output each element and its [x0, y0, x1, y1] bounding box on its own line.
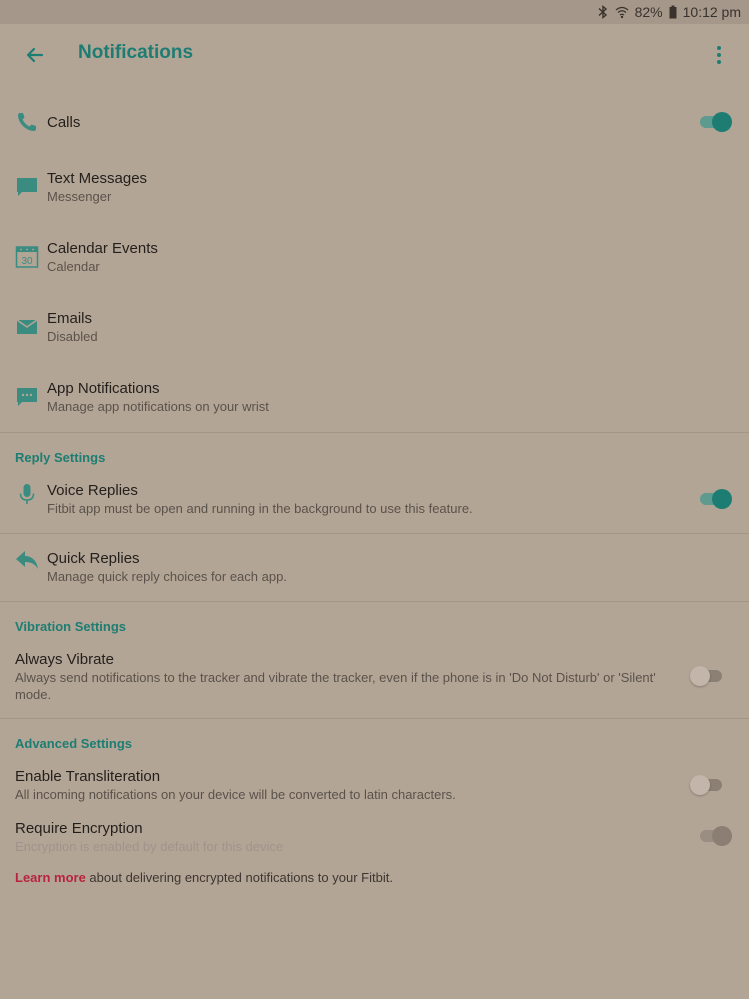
emails-label: Emails	[47, 310, 93, 327]
calendar-icon-day: 30	[21, 256, 33, 267]
learn-more-text: Learn more about delivering encrypted no…	[15, 870, 393, 885]
app-message-icon	[17, 388, 37, 406]
text-messages-label: Text Messages	[47, 170, 148, 187]
page-title: Notifications	[78, 42, 194, 63]
always-vibrate-row[interactable]: Always Vibrate Always send notifications…	[0, 647, 749, 707]
reply-icon	[16, 551, 38, 569]
more-vertical-icon[interactable]	[710, 42, 728, 68]
calendar-events-row[interactable]: 30 Calendar Events Calendar	[0, 236, 749, 286]
microphone-icon	[19, 484, 35, 504]
divider	[0, 533, 749, 534]
divider	[0, 718, 749, 719]
wifi-icon	[615, 6, 629, 19]
text-messages-app: Messenger	[47, 189, 112, 204]
encryption-label: Require Encryption	[15, 820, 143, 837]
bluetooth-icon	[598, 5, 607, 19]
chat-bubble-icon	[17, 178, 37, 196]
app-notifications-label: App Notifications	[47, 380, 160, 397]
advanced-settings-heading: Advanced Settings	[15, 736, 133, 751]
text-messages-row[interactable]: Text Messages Messenger	[0, 166, 749, 216]
calls-toggle[interactable]	[698, 110, 732, 134]
voice-replies-desc: Fitbit app must be open and running in t…	[47, 501, 473, 516]
learn-more-rest: about delivering encrypted notifications…	[85, 870, 393, 885]
always-vibrate-label: Always Vibrate	[15, 651, 114, 668]
battery-level: 82%	[634, 4, 663, 20]
divider	[0, 432, 749, 433]
envelope-icon	[16, 319, 38, 334]
quick-replies-desc: Manage quick reply choices for each app.	[47, 569, 287, 584]
transliteration-desc: All incoming notifications on your devic…	[15, 787, 456, 802]
transliteration-label: Enable Transliteration	[15, 768, 161, 785]
encryption-toggle[interactable]	[698, 824, 732, 848]
voice-replies-row[interactable]: Voice Replies Fitbit app must be open an…	[0, 478, 749, 528]
learn-more-link[interactable]: Learn more	[15, 870, 86, 885]
encryption-desc: Encryption is enabled by default for thi…	[15, 839, 284, 854]
always-vibrate-toggle[interactable]	[690, 664, 724, 688]
calls-label: Calls	[47, 114, 81, 131]
quick-replies-label: Quick Replies	[47, 550, 140, 567]
calls-row[interactable]: Calls	[0, 100, 749, 146]
voice-replies-label: Voice Replies	[47, 482, 138, 499]
always-vibrate-desc: Always send notifications to the tracker…	[15, 670, 656, 702]
emails-status: Disabled	[47, 329, 98, 344]
quick-replies-row[interactable]: Quick Replies Manage quick reply choices…	[0, 546, 749, 596]
clock: 10:12 pm	[682, 4, 741, 20]
app-notifications-desc: Manage app notifications on your wrist	[47, 399, 269, 414]
transliteration-row[interactable]: Enable Transliteration All incoming noti…	[0, 764, 749, 804]
calendar-events-app: Calendar	[47, 259, 100, 274]
status-bar: 82% 10:12 pm	[0, 0, 749, 24]
encryption-row[interactable]: Require Encryption Encryption is enabled…	[0, 816, 749, 856]
emails-row[interactable]: Emails Disabled	[0, 306, 749, 356]
voice-replies-toggle[interactable]	[698, 487, 732, 511]
divider	[0, 601, 749, 602]
app-notifications-row[interactable]: App Notifications Manage app notificatio…	[0, 376, 749, 426]
arrow-left-icon[interactable]	[22, 42, 48, 68]
vibration-settings-heading: Vibration Settings	[15, 619, 126, 634]
phone-icon	[18, 113, 36, 131]
calendar-events-label: Calendar Events	[47, 240, 158, 257]
transliteration-toggle[interactable]	[690, 773, 724, 797]
calendar-icon: 30	[15, 246, 39, 268]
reply-settings-heading: Reply Settings	[15, 450, 106, 465]
toolbar: Notifications	[0, 24, 749, 86]
battery-icon	[669, 5, 677, 19]
